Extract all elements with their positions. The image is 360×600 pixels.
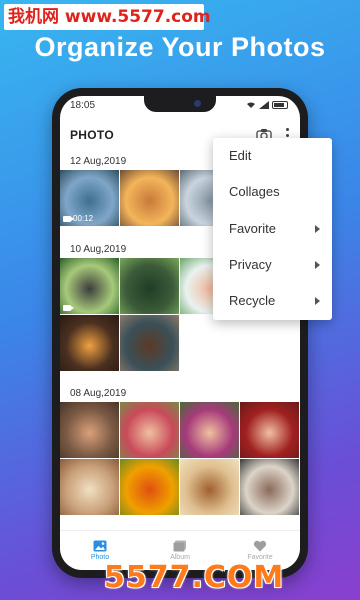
photo-thumbnail[interactable] [120, 258, 179, 314]
photo-thumbnail[interactable] [180, 402, 239, 458]
photo-thumbnail[interactable] [60, 315, 119, 371]
photo-thumbnail[interactable]: 00:12 [60, 170, 119, 226]
menu-item-label: Edit [229, 148, 252, 163]
status-icons [246, 101, 288, 109]
overflow-menu: Edit Collages Favorite Privacy Recycle [213, 138, 332, 320]
status-time: 18:05 [70, 100, 96, 111]
section-date: 08 Aug,2019 [70, 388, 127, 399]
page-title: PHOTO [70, 128, 114, 142]
submenu-arrow-icon [315, 261, 320, 269]
photo-thumbnail[interactable] [180, 459, 239, 515]
photo-thumbnail[interactable] [240, 459, 299, 515]
photo-thumbnail[interactable] [60, 402, 119, 458]
video-overlay [63, 305, 74, 311]
menu-item-label: Favorite [229, 221, 276, 236]
watermark-top: 我机网 www.5577.com [4, 4, 211, 30]
watermark-bottom: 5577.COM [104, 560, 285, 595]
submenu-arrow-icon [315, 225, 320, 233]
photo-thumbnail[interactable] [60, 459, 119, 515]
section-date: 12 Aug,2019 [70, 156, 127, 167]
status-bar: 18:05 [70, 100, 290, 114]
photo-thumbnail[interactable] [120, 170, 179, 226]
photo-thumbnail[interactable] [240, 402, 299, 458]
menu-item-label: Recycle [229, 293, 276, 308]
video-icon [63, 305, 74, 311]
wifi-icon [247, 102, 255, 108]
battery-icon [272, 101, 288, 109]
album-icon [173, 540, 186, 552]
photo-icon [93, 540, 107, 552]
menu-item-edit[interactable]: Edit [213, 138, 332, 174]
photo-thumbnail[interactable] [120, 402, 179, 458]
signal-icon [259, 101, 269, 109]
menu-item-label: Collages [229, 184, 280, 199]
video-duration: 00:12 [73, 214, 94, 223]
menu-item-favorite[interactable]: Favorite [213, 211, 332, 247]
video-icon [63, 215, 74, 222]
menu-item-privacy[interactable]: Privacy [213, 247, 332, 283]
headline: Organize Your Photos [34, 32, 326, 62]
photo-thumbnail[interactable] [120, 315, 179, 371]
photo-thumbnail[interactable] [120, 459, 179, 515]
menu-item-recycle[interactable]: Recycle [213, 283, 332, 319]
photo-thumbnail[interactable] [60, 258, 119, 314]
menu-item-label: Privacy [229, 257, 272, 272]
menu-item-collages[interactable]: Collages [213, 174, 332, 210]
video-overlay: 00:12 [63, 214, 93, 223]
heart-icon [253, 540, 267, 552]
section-date: 10 Aug,2019 [70, 244, 127, 255]
submenu-arrow-icon [315, 297, 320, 305]
